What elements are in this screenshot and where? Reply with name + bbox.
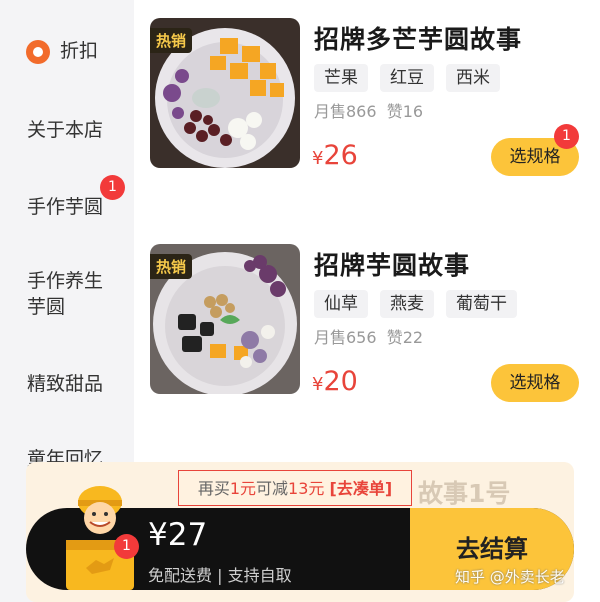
product-name[interactable]: 招牌多芒芋圆故事: [314, 20, 522, 56]
promo-prefix: 再买: [197, 479, 230, 498]
currency-symbol: ¥: [312, 374, 324, 395]
delivery-fee-note: 免配送费 | 支持自取: [148, 566, 292, 585]
product-tag: 燕麦: [380, 290, 434, 318]
product-sales: 月售866 赞16: [314, 98, 423, 122]
promo-amount: 1元: [229, 479, 257, 498]
go-add-on-link[interactable]: [去凑单]: [330, 479, 393, 498]
product-tag: 西米: [446, 64, 500, 92]
promo-discount: 13元: [288, 479, 325, 498]
hidden-product-name: 故事1号: [418, 479, 511, 508]
product-card[interactable]: 热销 招牌多芒芋圆故事 芒果 红豆 西米 月售866 赞16 ¥26 选规格 1: [134, 0, 600, 190]
cart-count-badge: 1: [114, 534, 139, 559]
sidebar-item-label: 手作芋圆: [27, 196, 104, 218]
cart-total: ¥27: [148, 517, 208, 553]
monthly-sales: 月售866: [314, 102, 377, 121]
add-on-promo-banner[interactable]: 再买1元可减13元 [去凑单]: [178, 470, 412, 506]
product-tag: 葡萄干: [446, 290, 517, 318]
discount-tag-icon: [26, 40, 50, 64]
sidebar-item-label: 精致甜品: [27, 373, 104, 395]
in-cart-badge: 1: [554, 124, 579, 149]
promo-middle: 可减: [256, 479, 289, 498]
product-image[interactable]: 热销: [150, 18, 300, 168]
product-tag: 芒果: [314, 64, 368, 92]
likes-count: 赞22: [386, 328, 424, 347]
product-name[interactable]: 招牌芋圆故事: [314, 246, 470, 282]
hot-sale-badge: 热销: [150, 254, 193, 279]
likes-count: 赞16: [386, 102, 424, 121]
sidebar-item-label: 手作养生芋圆: [27, 270, 104, 318]
category-count-badge: 1: [100, 175, 125, 200]
monthly-sales: 月售656: [314, 328, 377, 347]
product-price: ¥20: [312, 366, 358, 397]
product-image[interactable]: 热销: [150, 244, 300, 394]
hot-sale-badge: 热销: [150, 28, 193, 53]
product-card[interactable]: 热销 招牌芋圆故事 仙草 燕麦 葡萄干 月售656 赞22 ¥20 选规格: [134, 226, 600, 416]
sidebar-item-label: 折扣: [60, 40, 99, 62]
sidebar-item-label: 关于本店: [27, 119, 104, 141]
product-tag: 仙草: [314, 290, 368, 318]
product-tag: 红豆: [380, 64, 434, 92]
product-price: ¥26: [312, 140, 358, 171]
price-value: 20: [323, 366, 358, 397]
product-sales: 月售656 赞22: [314, 324, 423, 348]
watermark: 知乎 @外卖长老: [455, 568, 565, 586]
select-spec-button[interactable]: 选规格: [491, 364, 579, 402]
currency-symbol: ¥: [312, 148, 324, 169]
price-value: 26: [323, 140, 358, 171]
